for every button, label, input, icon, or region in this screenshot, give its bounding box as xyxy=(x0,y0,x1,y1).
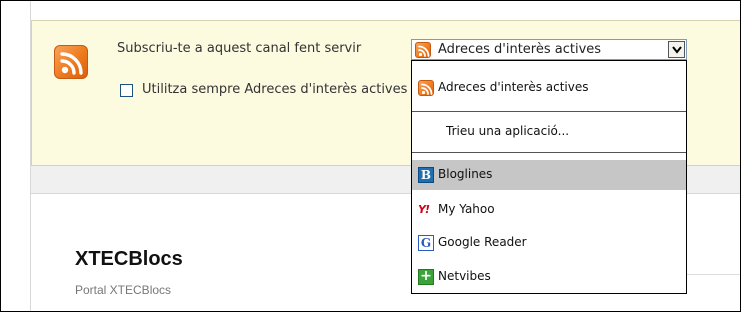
dropdown-item-google-reader[interactable]: G Google Reader xyxy=(412,228,686,258)
feed-reader-dropdown[interactable]: Adreces d'interès actives Trieu una apli… xyxy=(411,60,687,294)
dropdown-item-label: Bloglines xyxy=(438,167,493,181)
yahoo-icon: Y! xyxy=(418,203,430,216)
left-margin xyxy=(1,1,31,311)
dropdown-item-label: Trieu una aplicació... xyxy=(446,124,570,138)
divider xyxy=(686,274,740,275)
dropdown-item-label: My Yahoo xyxy=(438,202,495,216)
dropdown-item-my-yahoo[interactable]: Y! My Yahoo xyxy=(412,195,686,225)
dropdown-separator xyxy=(412,152,686,153)
dropdown-item-label: Netvibes xyxy=(438,269,491,283)
always-use-checkbox[interactable] xyxy=(120,84,133,97)
dropdown-item-label: Google Reader xyxy=(438,235,527,249)
dropdown-item-label: Adreces d'interès actives xyxy=(438,80,589,94)
feed-reader-select[interactable]: Adreces d'interès actives xyxy=(411,39,687,60)
netvibes-icon: + xyxy=(418,269,434,285)
dropdown-item-netvibes[interactable]: + Netvibes xyxy=(412,262,686,292)
dropdown-arrow-button[interactable] xyxy=(668,41,685,58)
subscribe-label: Subscriu-te a aquest canal fent servir xyxy=(117,41,362,56)
rss-feed-icon xyxy=(418,80,434,96)
selected-option: Adreces d'interès actives xyxy=(438,42,602,57)
chevron-down-icon xyxy=(672,46,682,54)
rss-feed-icon xyxy=(415,42,431,58)
bloglines-icon: B xyxy=(418,167,434,183)
dropdown-item-choose-app[interactable]: Trieu una aplicació... xyxy=(412,117,686,147)
always-use-label[interactable]: Utilitza sempre Adreces d'interès active… xyxy=(142,82,412,97)
dropdown-separator xyxy=(412,111,686,112)
rss-feed-icon xyxy=(54,45,88,79)
dropdown-item-adreces[interactable]: Adreces d'interès actives xyxy=(412,73,686,103)
dropdown-item-bloglines[interactable]: B Bloglines xyxy=(412,160,686,190)
blog-subtitle: Portal XTECBlocs xyxy=(75,283,172,297)
google-reader-icon: G xyxy=(418,235,434,251)
blog-title: XTECBlocs xyxy=(75,248,183,270)
